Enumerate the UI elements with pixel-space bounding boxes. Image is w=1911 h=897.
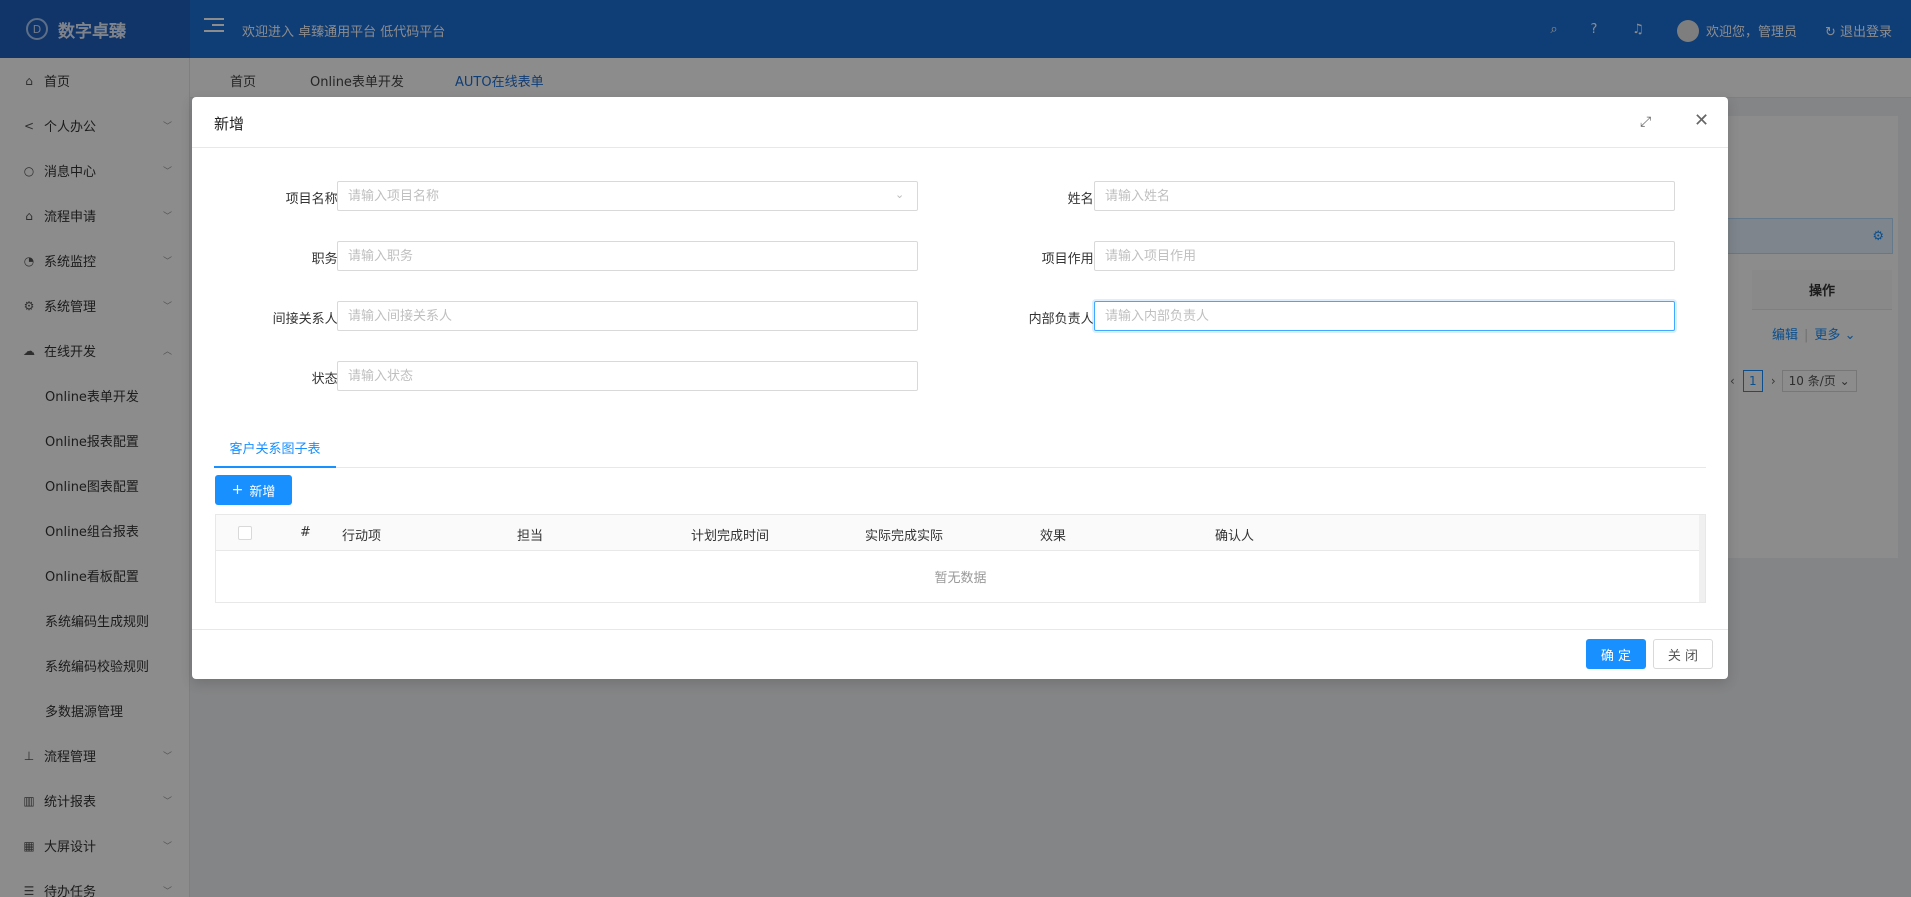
- column-header-actual-time: 实际完成实际: [865, 529, 944, 544]
- modal-footer: 确 定 关 闭: [192, 629, 1728, 679]
- indirect-contact-input[interactable]: [337, 301, 918, 331]
- status-input[interactable]: [337, 361, 918, 391]
- column-header-confirmer: 确认人: [1215, 529, 1255, 544]
- internal-owner-label: 内部负责人:: [1028, 312, 1098, 327]
- status-label: 状态:: [311, 372, 342, 387]
- add-modal: 新增 ⤢ ✕ 项目名称: ⌄ 姓名: 职务: 项目作用: 间接关系人: 内部负责…: [192, 97, 1728, 679]
- name-input[interactable]: [1094, 181, 1675, 211]
- subtable-grid: # 行动项 担当 计划完成时间 实际完成实际 效果 确认人 暂无数据: [215, 514, 1706, 603]
- column-header-index: #: [300, 525, 311, 540]
- plus-icon: +: [231, 482, 244, 498]
- project-role-label: 项目作用:: [1041, 252, 1098, 267]
- close-button[interactable]: 关 闭: [1653, 639, 1713, 669]
- indirect-contact-label: 间接关系人:: [272, 312, 342, 327]
- project-role-input[interactable]: [1094, 241, 1675, 271]
- position-input[interactable]: [337, 241, 918, 271]
- project-name-label: 项目名称:: [285, 192, 342, 207]
- add-row-label: 新增: [249, 484, 276, 500]
- select-all-checkbox[interactable]: [238, 526, 252, 540]
- confirm-button[interactable]: 确 定: [1586, 639, 1646, 669]
- internal-owner-input[interactable]: [1094, 301, 1675, 331]
- column-header-owner: 担当: [517, 529, 544, 544]
- add-row-button[interactable]: + 新增: [215, 475, 292, 505]
- tab-customer-relation-subtable[interactable]: 客户关系图子表: [214, 428, 336, 468]
- column-header-effect: 效果: [1040, 529, 1067, 544]
- project-name-select[interactable]: [337, 181, 918, 211]
- modal-header: 新增 ⤢ ✕: [192, 97, 1728, 148]
- close-icon[interactable]: ✕: [1694, 110, 1709, 131]
- chevron-down-icon: ⌄: [895, 188, 905, 201]
- subtable-tabs: 客户关系图子表: [214, 428, 1706, 468]
- position-label: 职务:: [311, 252, 342, 267]
- scrollbar[interactable]: [1699, 515, 1705, 602]
- empty-text: 暂无数据: [934, 571, 987, 586]
- table-header: # 行动项 担当 计划完成时间 实际完成实际 效果 确认人: [216, 515, 1705, 551]
- column-header-action-item: 行动项: [342, 529, 382, 544]
- fullscreen-icon[interactable]: ⤢: [1640, 114, 1651, 130]
- column-header-planned-time: 计划完成时间: [691, 529, 770, 544]
- name-label: 姓名:: [1067, 192, 1098, 207]
- modal-title: 新增: [214, 115, 245, 133]
